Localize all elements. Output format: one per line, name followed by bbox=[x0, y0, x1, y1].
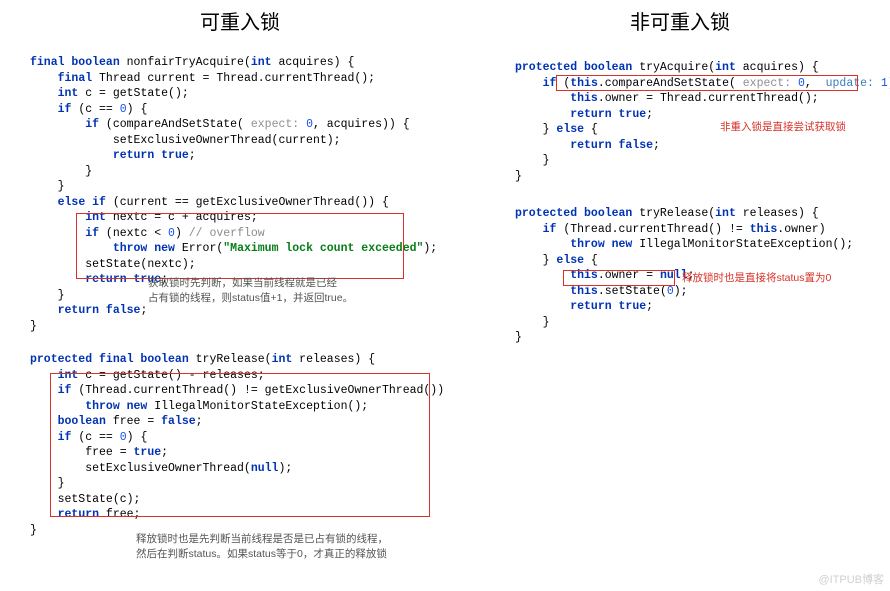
watermark: @ITPUB博客 bbox=[818, 571, 884, 587]
note-right-2: 释放锁时也是直接将status置为0 bbox=[682, 271, 831, 286]
note-left-2: 释放锁时也是先判断当前线程是否是已占有锁的线程， 然后在判断status。如果s… bbox=[136, 532, 456, 561]
left-code-block-2: protected final boolean tryRelease(int r… bbox=[30, 352, 470, 538]
right-column: protected boolean tryAcquire(int acquire… bbox=[515, 60, 875, 346]
title-right: 非可重入锁 bbox=[630, 6, 730, 35]
title-left: 可重入锁 bbox=[200, 6, 280, 35]
note-left-1: 获取锁时先判断，如果当前线程就是已经 占有锁的线程，则status值+1，并返回… bbox=[148, 276, 428, 305]
note-right-1: 非重入锁是直接尝试获取锁 bbox=[720, 120, 846, 135]
